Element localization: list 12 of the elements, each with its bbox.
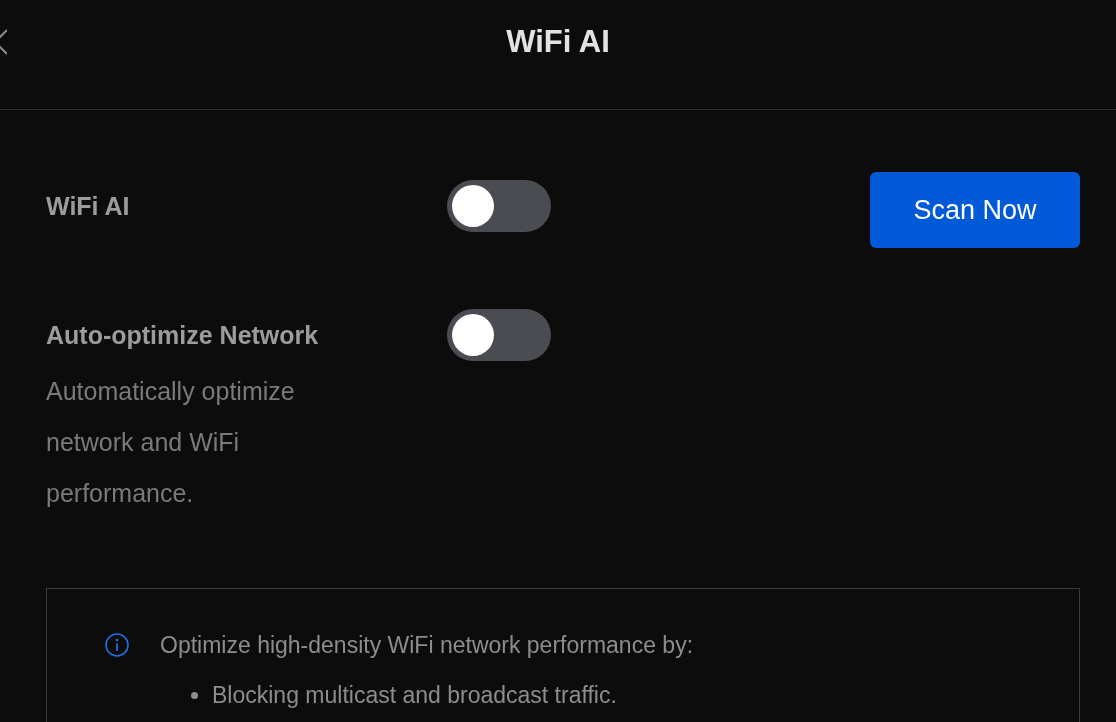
setting-description: Automatically optimize network and WiFi performance. <box>46 376 296 509</box>
info-text: Optimize high-density WiFi network performance by: <box>160 631 694 660</box>
toggle-switch[interactable] <box>447 180 551 232</box>
back-chevron-icon[interactable] <box>0 29 7 55</box>
info-icon <box>105 633 129 657</box>
bullet-text: Blocking multicast and broadcast traffic. <box>212 681 617 710</box>
setting-label: Auto-optimize Network <box>46 320 320 351</box>
page-title: WiFi AI <box>506 23 610 61</box>
scan-now-button[interactable]: Scan Now <box>870 172 1080 248</box>
toggle-switch[interactable] <box>447 309 551 361</box>
bullet-icon <box>191 691 198 699</box>
setting-label: WiFi AI <box>46 191 131 222</box>
